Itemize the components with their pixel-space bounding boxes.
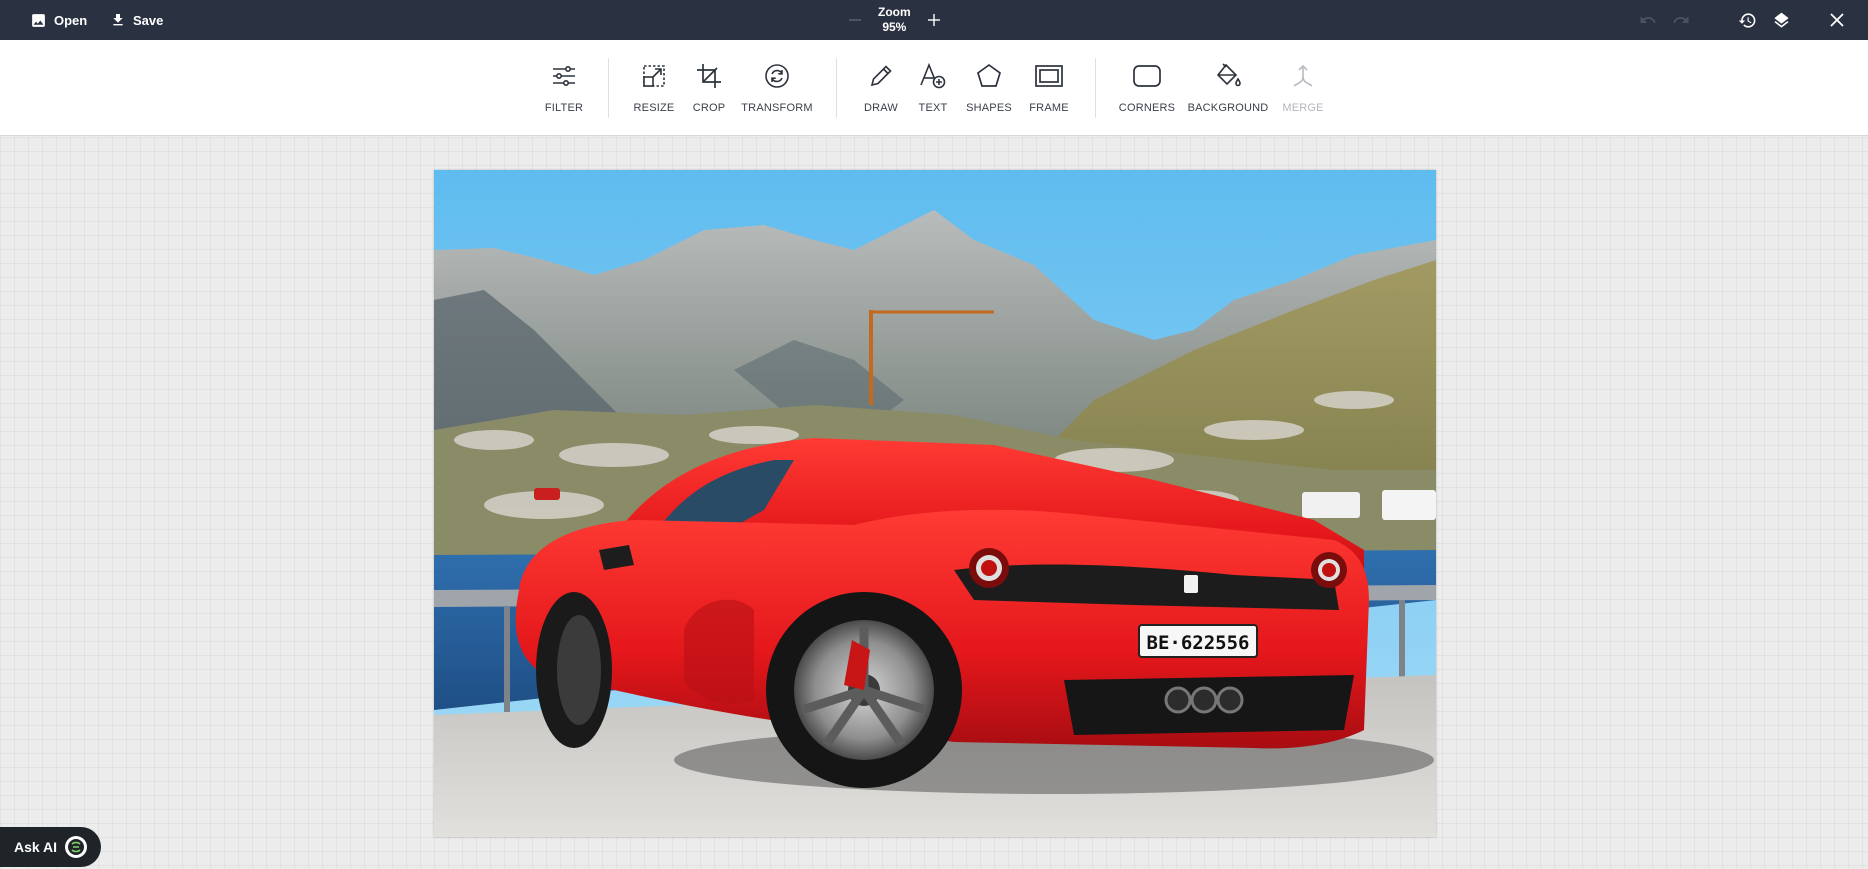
pencil-icon (870, 65, 892, 87)
zoom-out-button[interactable] (846, 11, 864, 29)
shapes-icon (977, 63, 1001, 87)
zoom-control: Zoom 95% (846, 0, 943, 40)
tool-filter-label: FILTER (544, 102, 584, 114)
close-icon (1830, 13, 1844, 27)
zoom-readout: Zoom 95% (878, 5, 911, 35)
text-icon (920, 62, 946, 89)
history-button[interactable] (1737, 10, 1757, 30)
image-icon (32, 13, 45, 27)
tool-draw[interactable]: DRAW (861, 60, 901, 114)
crop-icon (697, 64, 721, 88)
save-label: Save (133, 12, 164, 28)
close-button[interactable] (1827, 10, 1847, 30)
tool-shapes-label: SHAPES (966, 102, 1012, 114)
tool-text-label: TEXT (918, 102, 948, 114)
corners-icon (1133, 65, 1161, 87)
redo-button[interactable] (1671, 10, 1691, 30)
zoom-in-button[interactable] (925, 11, 943, 29)
license-plate: BE·622556 (1147, 632, 1250, 654)
zoom-title: Zoom (878, 5, 911, 19)
layers-icon (1773, 12, 1789, 28)
ask-ai-button[interactable]: Ask AI (0, 827, 102, 867)
tool-resize-label: RESIZE (633, 102, 675, 114)
ask-ai-label: Ask AI (14, 839, 58, 855)
merge-icon (1293, 64, 1313, 87)
tool-resize[interactable]: RESIZE (634, 60, 674, 114)
undo-button[interactable] (1638, 10, 1658, 30)
filter-icon (553, 66, 575, 86)
tool-transform-label: TRANSFORM (741, 102, 813, 114)
tool-merge[interactable]: MERGE (1282, 60, 1324, 114)
history-icon (1738, 12, 1755, 28)
top-bar: Open Save Zoom 95% (0, 0, 1868, 40)
tool-background-label: BACKGROUND (1187, 102, 1269, 114)
tool-crop-label: CROP (692, 102, 726, 114)
save-button[interactable]: Save (110, 0, 163, 40)
ai-icon (65, 836, 88, 858)
resize-icon (643, 65, 665, 87)
toolbar-divider (836, 58, 837, 118)
minus-icon (849, 19, 861, 21)
undo-icon (1640, 16, 1656, 23)
tool-draw-label: DRAW (864, 102, 898, 114)
open-button[interactable]: Open (30, 0, 87, 40)
tool-bar: FILTER RESIZE CROP TRANSFORM DRAW TEXT S… (0, 40, 1868, 136)
tool-merge-label: MERGE (1282, 102, 1324, 114)
paint-bucket-icon (1216, 63, 1241, 87)
zoom-value: 95% (882, 20, 907, 34)
plus-icon (927, 14, 940, 26)
tool-frame[interactable]: FRAME (1029, 60, 1069, 114)
tool-corners[interactable]: CORNERS (1118, 60, 1176, 114)
tool-text[interactable]: TEXT (913, 60, 953, 114)
tool-filter[interactable]: FILTER (544, 60, 584, 114)
car-photo: BE·622556 (434, 170, 1436, 837)
tool-frame-label: FRAME (1029, 102, 1069, 114)
toolbar-divider (1095, 58, 1096, 118)
frame-icon (1035, 65, 1063, 87)
download-icon (113, 14, 123, 26)
open-label: Open (54, 12, 88, 28)
tool-shapes[interactable]: SHAPES (966, 60, 1012, 114)
photo-canvas[interactable]: BE·622556 (434, 170, 1436, 837)
tool-transform[interactable]: TRANSFORM (741, 60, 813, 114)
tool-crop[interactable]: CROP (689, 60, 729, 114)
tool-corners-label: CORNERS (1118, 102, 1176, 114)
redo-icon (1673, 16, 1689, 23)
toolbar-divider (608, 58, 609, 118)
transform-icon (765, 64, 789, 88)
tool-background[interactable]: BACKGROUND (1188, 60, 1268, 114)
layers-button[interactable] (1771, 10, 1791, 30)
